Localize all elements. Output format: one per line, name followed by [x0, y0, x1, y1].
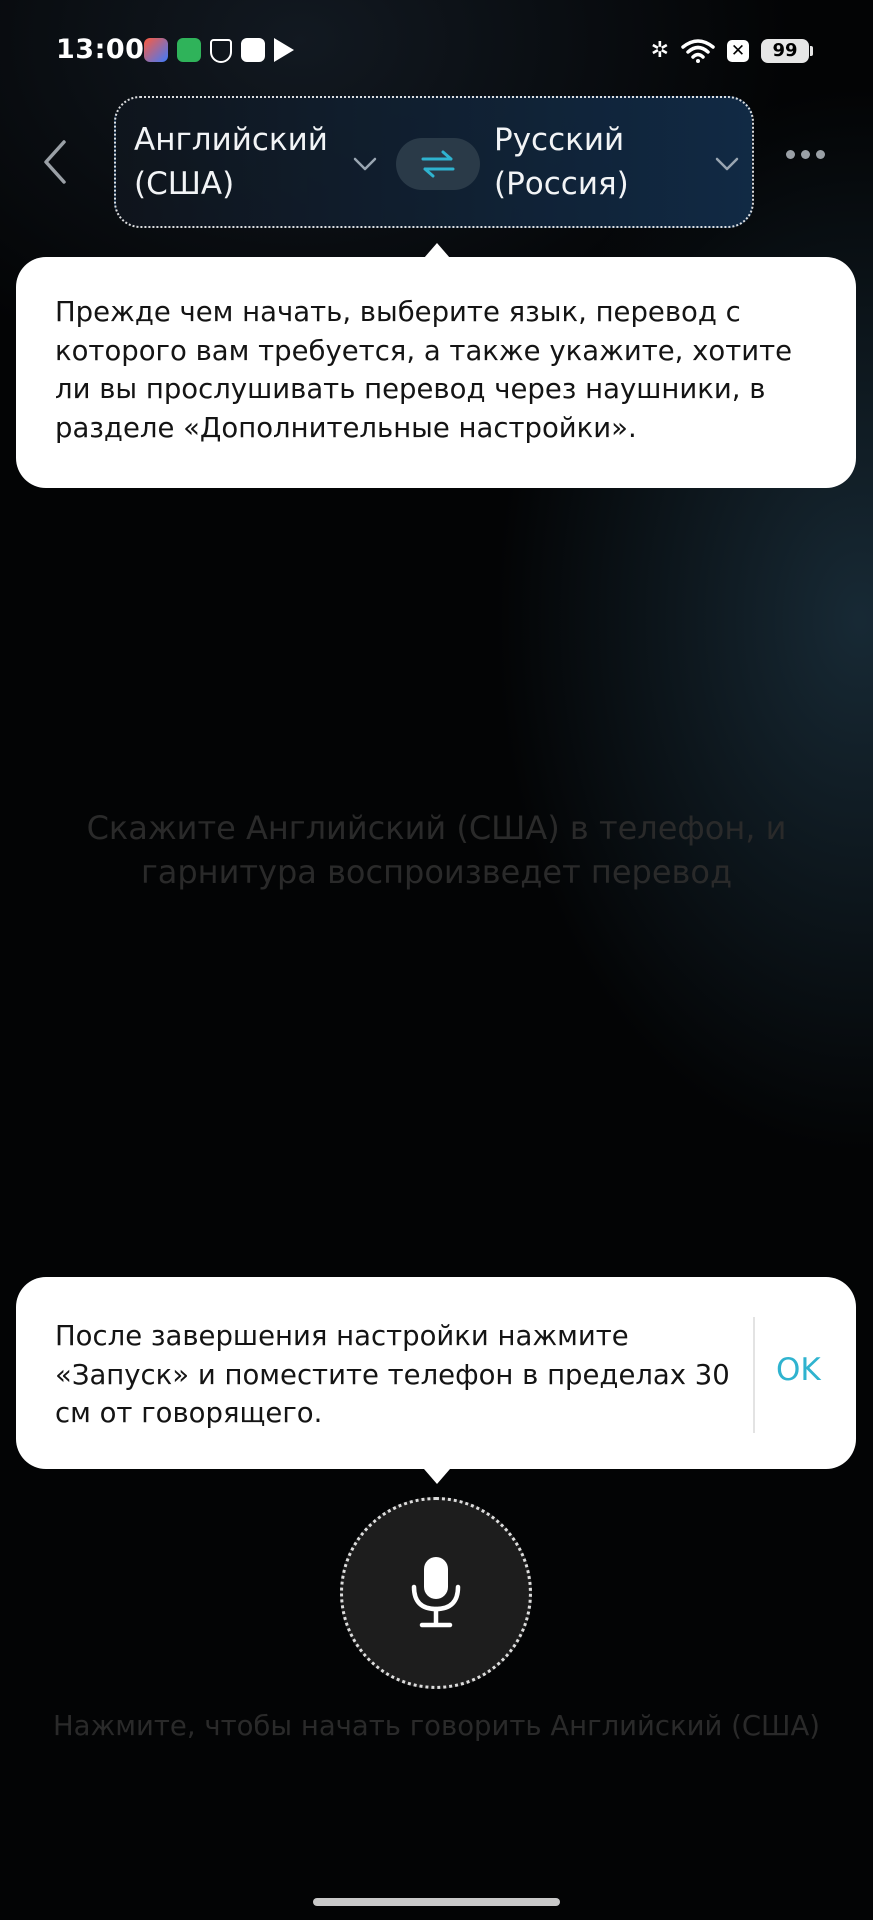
- status-time: 13:00: [56, 34, 145, 65]
- swap-arrows-icon: [421, 150, 455, 178]
- mic-hint: Нажмите, чтобы начать говорить Английски…: [52, 1710, 820, 1742]
- battery-icon: 99: [761, 38, 813, 63]
- chevron-down-icon[interactable]: [352, 156, 378, 172]
- divider: [753, 1317, 755, 1433]
- wifi-icon: [681, 38, 715, 63]
- microphone-icon: [411, 1557, 461, 1628]
- bluetooth-icon: ✲: [650, 38, 669, 63]
- chevron-left-icon: [44, 140, 66, 184]
- home-indicator[interactable]: [313, 1898, 560, 1906]
- popover-arrow: [424, 243, 450, 258]
- speak-hint: Скажите Английский (США) в телефон, и га…: [86, 809, 787, 891]
- language-tip-text: Прежде чем начать, выберите язык, перево…: [55, 296, 793, 444]
- source-language-select[interactable]: Английский (США): [134, 118, 344, 206]
- no-sim-icon: ✕: [727, 39, 749, 62]
- more-dots-icon[interactable]: [786, 150, 825, 159]
- start-tip-text: После завершения настройки нажмите «Запу…: [55, 1320, 730, 1429]
- back-button[interactable]: [36, 134, 76, 190]
- ok-button[interactable]: OK: [776, 1351, 821, 1390]
- swap-languages-button[interactable]: [396, 138, 480, 190]
- app-white-icon: [241, 38, 265, 62]
- start-tip-popover: После завершения настройки нажмите «Запу…: [16, 1277, 856, 1469]
- system-icons: ✲ ✕ 99: [651, 38, 813, 63]
- app-green-icon: [177, 38, 201, 62]
- play-store-icon: [274, 38, 294, 62]
- target-language-select[interactable]: Русский (Россия): [494, 118, 704, 206]
- shield-icon: [210, 39, 232, 63]
- language-selector: Английский (США) Русский (Россия): [114, 96, 754, 228]
- popover-arrow: [424, 1469, 450, 1484]
- battery-level: 99: [761, 38, 809, 63]
- microphone-button[interactable]: [340, 1497, 532, 1689]
- language-tip-popover: Прежде чем начать, выберите язык, перево…: [16, 257, 856, 488]
- app-star-icon: [144, 38, 168, 62]
- chevron-down-icon[interactable]: [714, 156, 740, 172]
- notification-icons: [144, 38, 294, 63]
